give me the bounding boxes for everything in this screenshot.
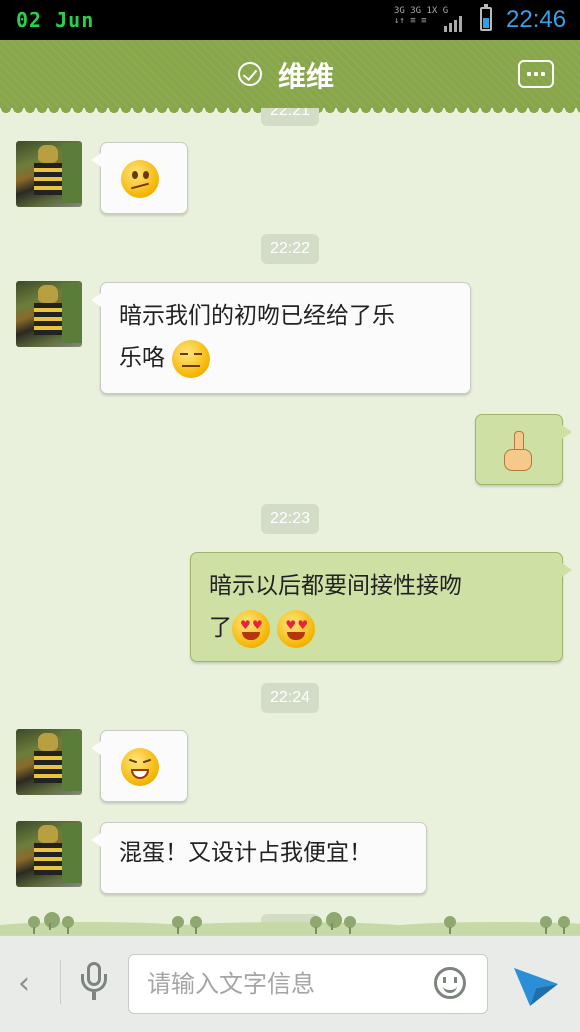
contact-avatar[interactable] — [16, 729, 82, 795]
status-bar: 02 Jun 3G 3G 1X G ↓↑ ≡ ≡ 22:46 — [0, 0, 580, 40]
divider — [60, 960, 61, 1004]
send-icon[interactable] — [512, 964, 560, 1008]
contact-avatar[interactable] — [16, 281, 82, 347]
chat-area[interactable]: 22:21 22:22 暗示我们的初吻已经给了乐 乐咯 22:23 暗示以后都要… — [0, 108, 580, 935]
thinking-emoji-icon — [121, 159, 159, 198]
contact-avatar[interactable] — [16, 821, 82, 887]
message-bubble-incoming[interactable] — [91, 730, 188, 802]
signal-strength-icon — [444, 16, 462, 32]
message-timestamp: 22:24 — [261, 683, 320, 713]
more-options-button[interactable] — [518, 60, 554, 88]
dot-icon — [527, 72, 531, 76]
landscape-decoration — [0, 906, 580, 936]
network-type-label: 3G 3G 1X G — [394, 6, 449, 16]
message-text-line2: 了 ♥ ♥ ♥ ♥ — [209, 607, 544, 649]
message-timestamp: 22:22 — [261, 234, 320, 264]
message-text-line2: 乐咯 — [119, 337, 452, 379]
message-text: 混蛋！又设计占我便宜！ — [119, 840, 372, 866]
message-bubble-outgoing[interactable] — [475, 414, 572, 485]
microphone-icon[interactable] — [78, 962, 110, 1006]
dot-icon — [541, 72, 545, 76]
message-text: 暗示我们的初吻已经给了乐 — [119, 303, 395, 329]
message-text: 了 — [209, 615, 232, 641]
emoji-picker-icon[interactable] — [434, 967, 466, 999]
battery-icon — [480, 4, 492, 31]
message-bubble-outgoing[interactable]: 暗示以后都要间接性接吻 了 ♥ ♥ ♥ ♥ — [190, 552, 572, 662]
message-text: 暗示以后都要间接性接吻 — [209, 573, 462, 599]
message-text: 乐咯 — [119, 345, 165, 371]
message-bubble-incoming[interactable]: 暗示我们的初吻已经给了乐 乐咯 — [91, 282, 471, 394]
message-bubble-incoming[interactable] — [91, 142, 188, 214]
pointing-finger-icon — [500, 430, 534, 471]
status-time: 22:46 — [506, 6, 567, 33]
contact-name[interactable]: 维维 — [278, 55, 334, 95]
smug-emoji-icon — [172, 339, 211, 378]
contact-avatar[interactable] — [16, 141, 82, 207]
check-circle-icon — [238, 62, 262, 86]
message-timestamp: 22:21 — [261, 108, 320, 126]
dot-icon — [534, 72, 538, 76]
chevron-left-icon[interactable]: ‹ — [18, 966, 30, 1001]
input-bar: ‹ 请输入文字信息 — [0, 935, 580, 1032]
status-date: 02 Jun — [16, 8, 95, 32]
network-indicator: 3G 3G 1X G ↓↑ ≡ ≡ — [394, 6, 466, 34]
message-bubble-incoming[interactable]: 混蛋！又设计占我便宜！ — [91, 822, 427, 894]
message-timestamp: 22:23 — [261, 504, 320, 534]
chat-header: 维维 — [0, 40, 580, 114]
heart-eyes-emoji-icon: ♥ ♥ — [277, 609, 316, 648]
grinning-emoji-icon — [121, 747, 159, 786]
battery-fill — [483, 18, 489, 28]
heart-eyes-emoji-icon: ♥ ♥ — [232, 609, 270, 648]
